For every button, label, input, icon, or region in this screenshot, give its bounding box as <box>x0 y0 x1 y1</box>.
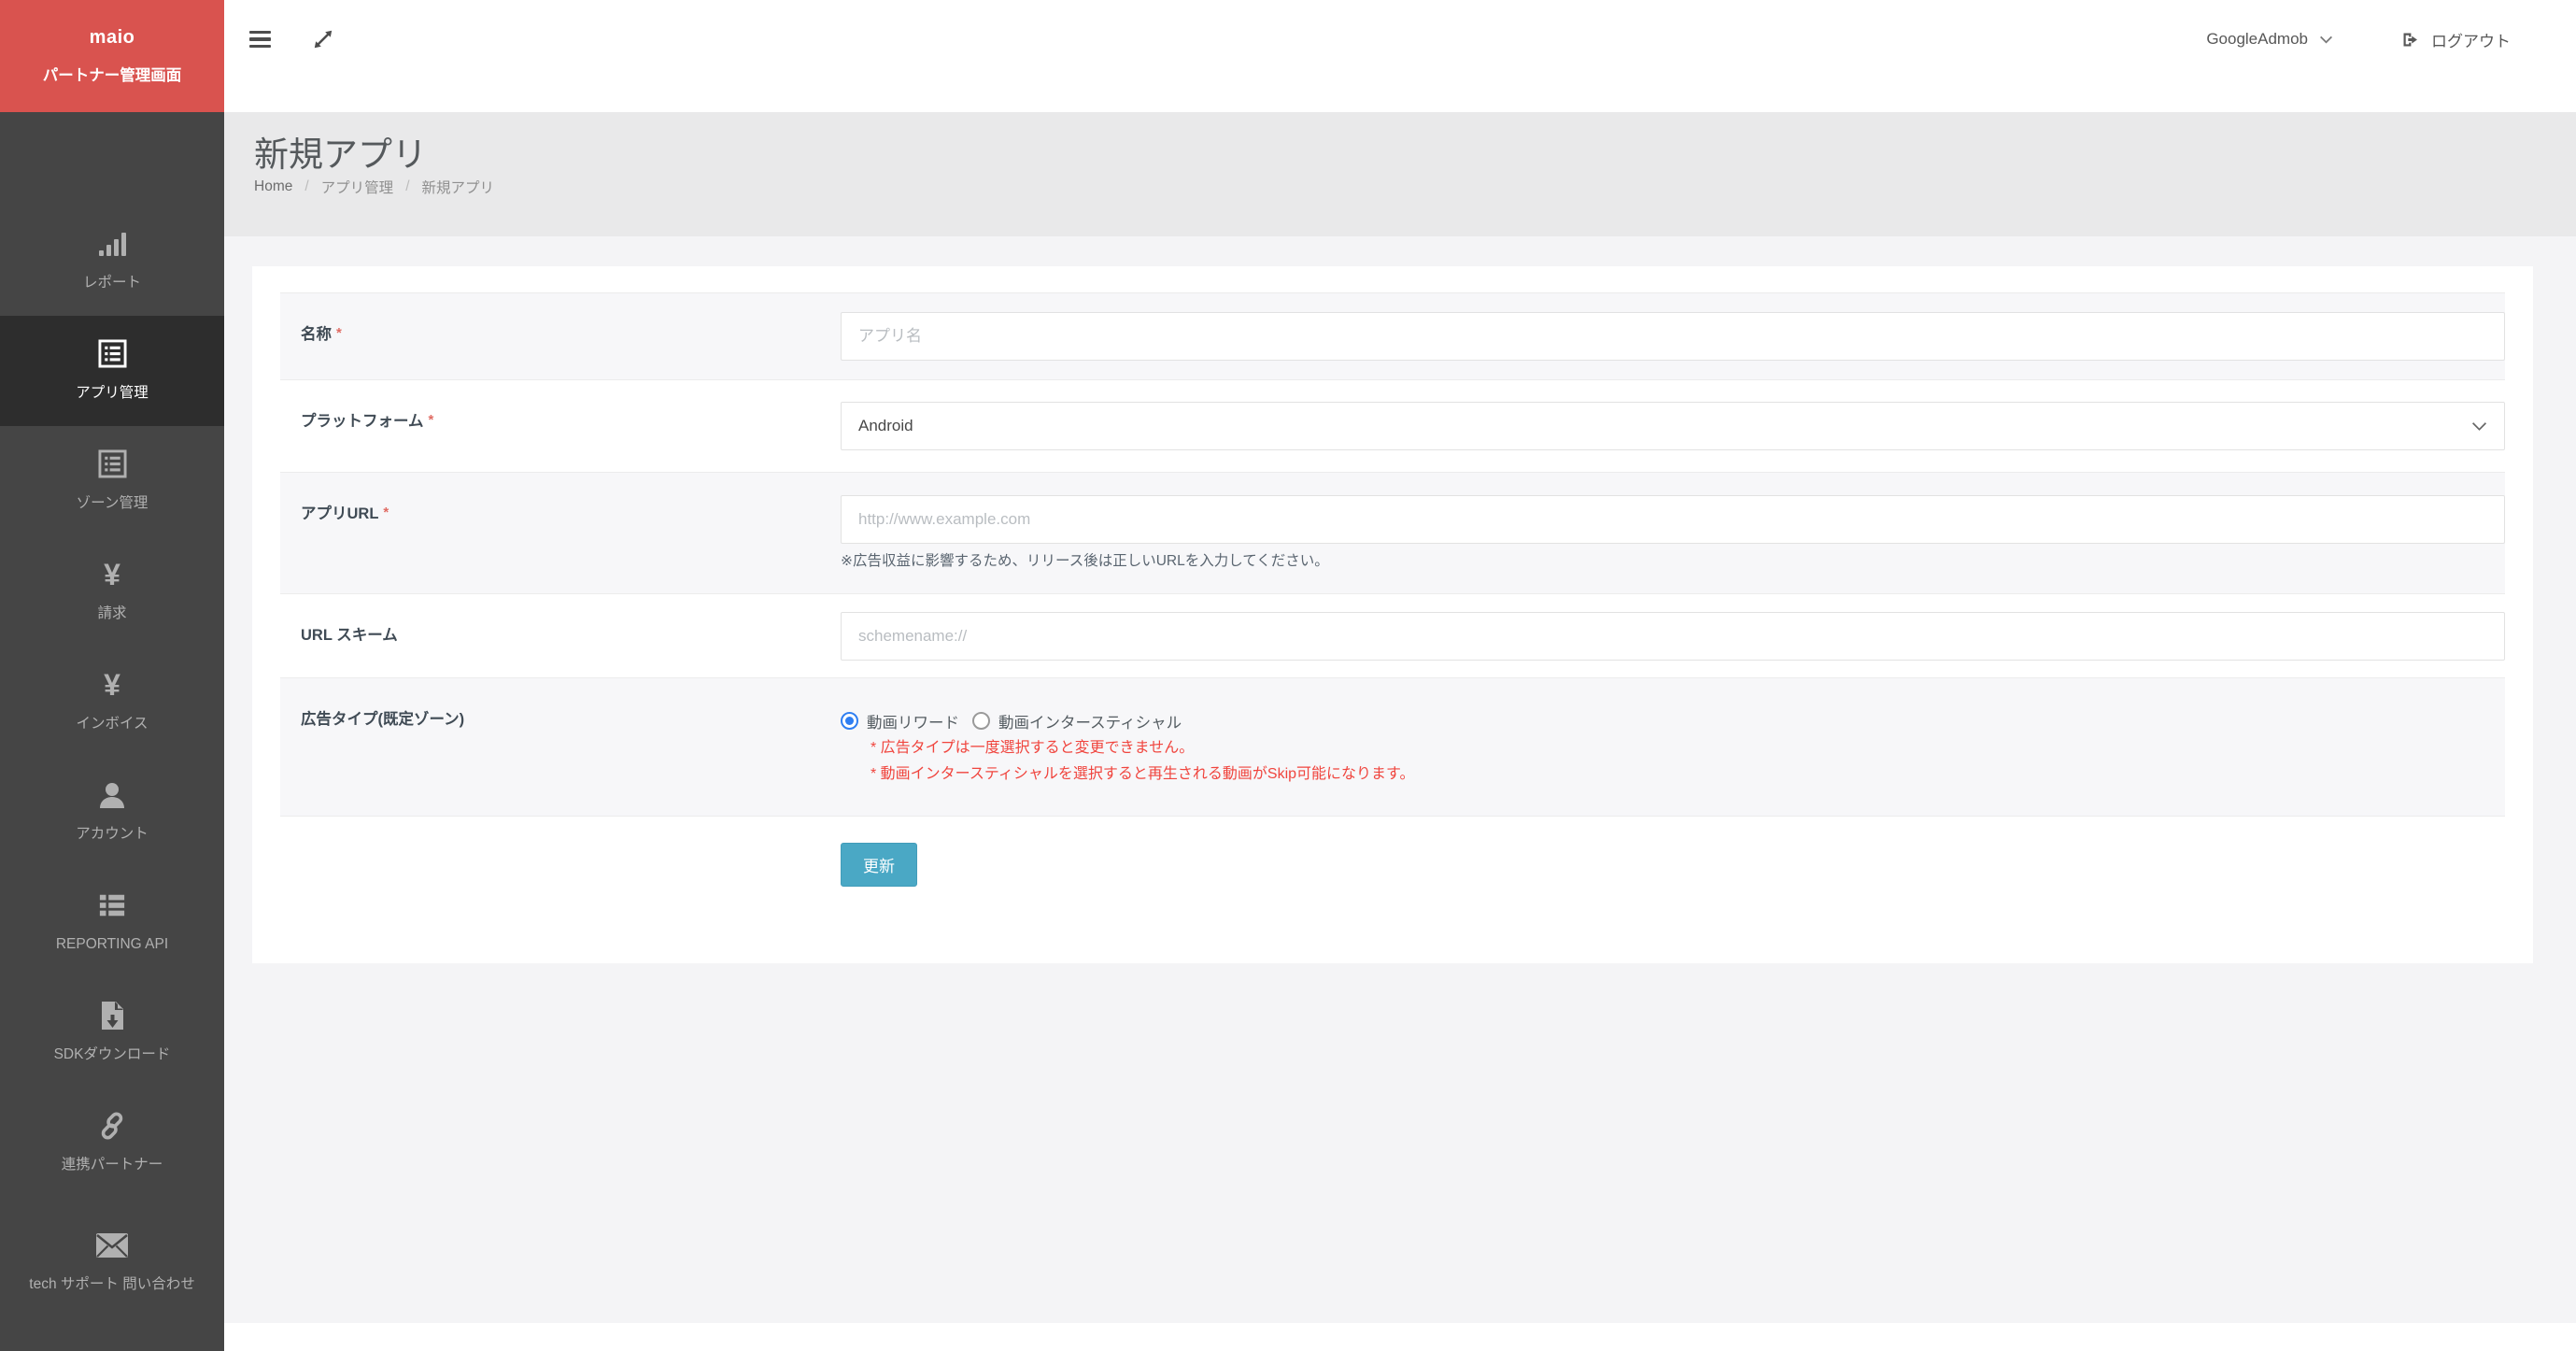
required-mark: * <box>383 505 389 520</box>
breadcrumb: Home / アプリ管理 / 新規アプリ <box>254 177 2576 197</box>
breadcrumb-separator: / <box>304 178 308 195</box>
form-card: 名称* プラットフォーム* Android <box>252 266 2533 963</box>
fullscreen-icon[interactable] <box>312 28 334 50</box>
breadcrumb-separator: / <box>405 178 409 195</box>
sidebar-item-app-management[interactable]: アプリ管理 <box>0 316 224 426</box>
breadcrumb-app-management[interactable]: アプリ管理 <box>321 177 394 197</box>
content-area: 名称* プラットフォーム* Android <box>224 236 2576 1323</box>
logout-label: ログアウト <box>2431 28 2511 51</box>
form-row-ad-type: 広告タイプ(既定ゾーン) 動画リワード 動画インタースティシャル * 広告タイプ… <box>280 677 2505 817</box>
account-dropdown[interactable]: GoogleAdmob <box>2206 30 2333 49</box>
form-actions: 更新 <box>280 817 2505 887</box>
page-header: 新規アプリ Home / アプリ管理 / 新規アプリ <box>224 112 2576 236</box>
name-label: 名称* <box>280 293 841 379</box>
ad-type-warning-1: * 広告タイプは一度選択すると変更できません。 <box>870 735 2505 761</box>
sidebar-item-label: レポート <box>83 272 141 293</box>
page-title: 新規アプリ <box>254 136 2576 174</box>
sidebar-item-label: 請求 <box>97 603 126 624</box>
sidebar-item-sdk-download[interactable]: SDKダウンロード <box>0 977 224 1088</box>
topbar: GoogleAdmob ログアウト <box>224 0 2576 112</box>
sidebar-item-account[interactable]: アカウント <box>0 757 224 867</box>
sidebar-item-tech-support[interactable]: tech サポート 問い合わせ <box>0 1198 224 1327</box>
radio-video-interstitial[interactable] <box>972 712 990 730</box>
sidebar: maio パートナー管理画面 レポート <box>0 0 224 1351</box>
radio-video-interstitial-label[interactable]: 動画インタースティシャル <box>998 710 1182 732</box>
url-scheme-input[interactable] <box>841 612 2505 661</box>
ad-type-warning-2: * 動画インタースティシャルを選択すると再生される動画がSkip可能になります。 <box>870 761 2505 788</box>
user-icon <box>97 779 127 811</box>
yen-icon: ¥ <box>104 669 120 701</box>
ad-type-label: 広告タイプ(既定ゾーン) <box>280 678 841 816</box>
main-area: GoogleAdmob ログアウト 新規アプリ H <box>224 0 2576 1351</box>
form-row-name: 名称* <box>280 292 2505 379</box>
platform-select[interactable]: Android <box>841 402 2505 450</box>
link-icon <box>97 1110 127 1142</box>
account-name: GoogleAdmob <box>2206 30 2308 49</box>
sidebar-item-label: アカウント <box>76 823 149 845</box>
radio-video-reward[interactable] <box>841 712 858 730</box>
app-logo: maio パートナー管理画面 <box>0 0 224 112</box>
app-url-note: ※広告収益に影響するため、リリース後は正しいURLを入力してください。 <box>841 551 2505 572</box>
th-list-icon <box>98 889 126 921</box>
page-footer <box>224 1323 2576 1351</box>
app-name-input[interactable] <box>841 312 2505 361</box>
sidebar-item-partner[interactable]: 連携パートナー <box>0 1088 224 1198</box>
sidebar-toggle-button[interactable] <box>249 27 271 52</box>
breadcrumb-home[interactable]: Home <box>254 178 292 195</box>
logout-button[interactable]: ログアウト <box>2400 28 2511 51</box>
sidebar-item-label: 連携パートナー <box>62 1154 163 1175</box>
form-row-url-scheme: URL スキーム <box>280 593 2505 677</box>
platform-label: プラットフォーム* <box>280 380 841 472</box>
bar-chart-icon <box>97 228 127 260</box>
required-mark: * <box>429 412 434 428</box>
form-row-app-url: アプリURL* ※広告収益に影響するため、リリース後は正しいURLを入力してくだ… <box>280 472 2505 593</box>
sidebar-item-invoice[interactable]: ¥ インボイス <box>0 647 224 757</box>
breadcrumb-current: 新規アプリ <box>422 177 495 197</box>
sign-out-icon <box>2400 30 2420 50</box>
sidebar-item-report[interactable]: レポート <box>0 206 224 316</box>
sidebar-item-label: ゾーン管理 <box>77 492 149 514</box>
app-url-label: アプリURL* <box>280 473 841 593</box>
form-row-platform: プラットフォーム* Android <box>280 379 2505 472</box>
chevron-down-icon <box>2471 421 2487 432</box>
list-square-icon <box>98 338 127 370</box>
url-scheme-label: URL スキーム <box>280 594 841 677</box>
logo-title: maio <box>90 27 135 49</box>
sidebar-item-reporting-api[interactable]: REPORTING API <box>0 867 224 977</box>
sidebar-item-zone-management[interactable]: ゾーン管理 <box>0 426 224 536</box>
sidebar-nav: レポート アプリ管理 <box>0 206 224 1327</box>
yen-icon: ¥ <box>104 559 120 590</box>
sidebar-item-label: インボイス <box>76 713 148 734</box>
envelope-icon <box>96 1230 128 1261</box>
sidebar-item-label: tech サポート 問い合わせ <box>29 1273 194 1295</box>
logo-subtitle: パートナー管理画面 <box>43 63 182 85</box>
sidebar-item-label: アプリ管理 <box>76 382 149 404</box>
chevron-down-icon <box>2319 36 2333 44</box>
list-square-icon <box>98 448 127 480</box>
platform-selected-value: Android <box>858 417 913 435</box>
update-button[interactable]: 更新 <box>841 843 917 887</box>
sidebar-item-billing[interactable]: ¥ 請求 <box>0 536 224 647</box>
app-url-input[interactable] <box>841 495 2505 544</box>
file-download-icon <box>98 1000 126 1031</box>
required-mark: * <box>336 325 342 341</box>
radio-video-reward-label[interactable]: 動画リワード <box>867 710 959 732</box>
sidebar-item-label: SDKダウンロード <box>54 1044 171 1065</box>
sidebar-item-label: REPORTING API <box>56 933 168 955</box>
